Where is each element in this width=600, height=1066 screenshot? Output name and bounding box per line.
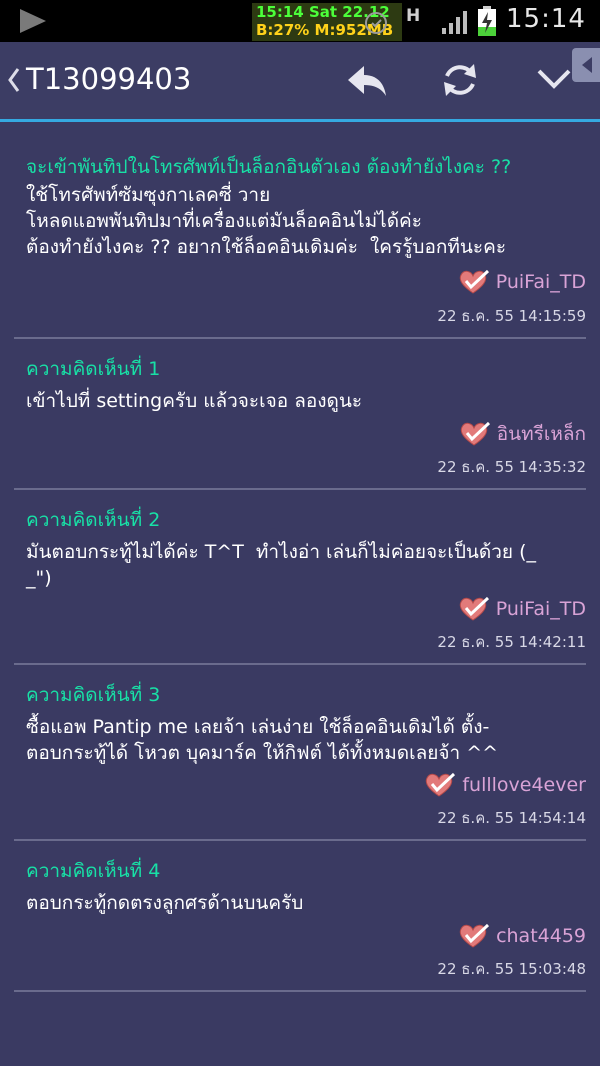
comment-label: ความคิดเห็นที่ 2 (26, 509, 161, 531)
comment-author-row[interactable]: PuiFai_TD (458, 595, 586, 623)
play-icon (20, 9, 46, 33)
topic-title: จะเข้าพันทิปในโทรศัพท์เป็นล็อกอินตัวเอง … (26, 156, 512, 178)
comment-3: ความคิดเห็นที่ 3 ซื้อแอพ Pantip me เลยจ้… (14, 682, 586, 766)
comment-body: ซื้อแอพ Pantip me เลยจ้า เล่นง่าย ใช้ล็อ… (26, 716, 499, 764)
comment-timestamp: 22 ธ.ค. 55 15:03:48 (437, 960, 586, 978)
topic-body: ใช้โทรศัพท์ซัมซุงกาเลคซี่ วาย โหลดแอพพัน… (26, 184, 507, 258)
heart-check-icon (460, 421, 490, 446)
author-name[interactable]: fulllove4ever (462, 774, 586, 796)
post-timestamp: 22 ธ.ค. 55 14:15:59 (437, 307, 586, 325)
comment-timestamp: 22 ธ.ค. 55 14:54:14 (437, 809, 586, 827)
author-name[interactable]: PuiFai_TD (496, 598, 586, 620)
topic-author-row[interactable]: PuiFai_TD (458, 268, 586, 296)
menu-chevron-icon[interactable] (536, 67, 572, 91)
side-drawer-handle[interactable] (572, 48, 600, 82)
comment-timestamp: 22 ธ.ค. 55 14:35:32 (437, 458, 586, 476)
heart-check-icon (459, 596, 489, 621)
post-divider (14, 337, 586, 339)
author-name[interactable]: chat4459 (496, 925, 586, 947)
comment-timestamp: 22 ธ.ค. 55 14:42:11 (437, 633, 586, 651)
post-divider (14, 990, 586, 992)
comment-body: เข้าไปที่ settingครับ แล้วจะเจอ ลองดูนะ (26, 390, 363, 412)
topic-post: จะเข้าพันทิปในโทรศัพท์เป็นล็อกอินตัวเอง … (14, 154, 586, 260)
heart-check-icon (459, 923, 490, 948)
alarm-icon (365, 12, 387, 34)
comment-author-row[interactable]: อินทรีเหล็ก (459, 420, 586, 448)
battery-icon (478, 6, 496, 36)
comment-1: ความคิดเห็นที่ 1 เข้าไปที่ settingครับ แ… (14, 356, 586, 414)
post-divider (14, 663, 586, 665)
comment-label: ความคิดเห็นที่ 4 (26, 860, 161, 882)
network-type-icon: H (406, 6, 421, 26)
comment-author-row[interactable]: fulllove4ever (424, 771, 586, 799)
back-icon[interactable] (6, 65, 22, 95)
comment-author-row[interactable]: chat4459 (458, 922, 586, 950)
heart-check-icon (459, 269, 489, 294)
status-clock: 15:14 (506, 4, 586, 34)
status-bar: 15:14 Sat 22.12 B:27% M:952MB H 15:14 (0, 0, 600, 42)
header-divider (0, 119, 600, 122)
comment-label: ความคิดเห็นที่ 3 (26, 684, 161, 706)
author-name[interactable]: อินทรีเหล็ก (497, 419, 586, 449)
heart-check-icon (426, 772, 456, 797)
refresh-icon[interactable] (440, 60, 480, 100)
comment-2: ความคิดเห็นที่ 2 มันตอบกระทู้ไม่ได้ค่ะ T… (14, 507, 586, 591)
comment-body: มันตอบกระทู้ไม่ได้ค่ะ T^T ทำไงอ่า เล่นก็… (26, 541, 536, 589)
comment-label: ความคิดเห็นที่ 1 (26, 358, 161, 380)
post-divider (14, 839, 586, 841)
reply-icon[interactable] (346, 62, 388, 98)
signal-icon (442, 11, 467, 34)
comment-body: ตอบกระทู้กดตรงลูกศรด้านบนครับ (26, 892, 304, 914)
comment-4: ความคิดเห็นที่ 4 ตอบกระทู้กดตรงลูกศรด้าน… (14, 858, 586, 916)
drawer-arrow-icon (582, 57, 592, 73)
author-name[interactable]: PuiFai_TD (496, 271, 586, 293)
post-divider (14, 488, 586, 490)
thread-id-title: T13099403 (26, 62, 192, 96)
